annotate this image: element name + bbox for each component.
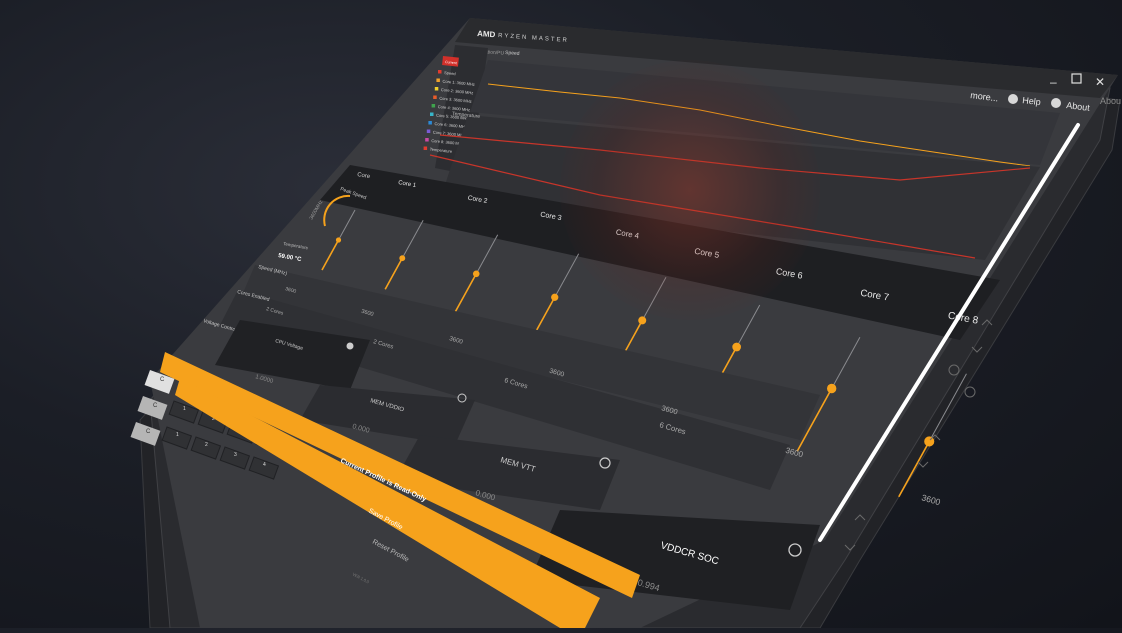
speed-tab[interactable]: Speed bbox=[505, 50, 520, 57]
legend-swatch[interactable] bbox=[423, 146, 428, 151]
ryzen-master-window: AMD RYZEN MASTER Configuration/PU – ✕ Ab… bbox=[130, 18, 1121, 629]
slider-thumb[interactable] bbox=[826, 383, 837, 394]
about-peek: Abou bbox=[1100, 96, 1121, 106]
ryzen-logo-glow bbox=[560, 60, 820, 320]
profile-tab-c-label: C bbox=[146, 429, 151, 435]
profile-tab-label: 4 bbox=[263, 462, 266, 468]
profile-tab-label: 1 bbox=[183, 406, 186, 412]
legend-swatch[interactable] bbox=[428, 121, 432, 125]
legend-swatch[interactable] bbox=[431, 104, 436, 108]
legend-swatch[interactable] bbox=[426, 129, 431, 134]
profile-tab-label: 2 bbox=[205, 442, 208, 448]
toggle-icon-2[interactable] bbox=[964, 386, 976, 398]
profile-tab-label: 3 bbox=[234, 452, 237, 458]
slider-thumb[interactable] bbox=[551, 293, 559, 301]
slider-thumb[interactable] bbox=[472, 270, 480, 278]
about-icon[interactable] bbox=[1051, 98, 1061, 108]
legend-swatch[interactable] bbox=[438, 70, 442, 74]
profile-tab-label: 1 bbox=[176, 432, 179, 438]
close-icon[interactable]: ✕ bbox=[1095, 75, 1105, 89]
minimize-icon[interactable]: – bbox=[1050, 75, 1057, 89]
legend-swatch[interactable] bbox=[436, 78, 440, 83]
slider-thumb[interactable] bbox=[638, 316, 647, 325]
speed-cell[interactable]: 3600 bbox=[920, 492, 941, 507]
profile-tab-c-label: C bbox=[153, 403, 158, 409]
help-icon[interactable] bbox=[1008, 94, 1018, 104]
legend-swatch[interactable] bbox=[433, 95, 437, 100]
legend-swatch[interactable] bbox=[425, 138, 429, 142]
cpu-voltage-toggle[interactable] bbox=[346, 342, 354, 350]
legend-swatch[interactable] bbox=[434, 87, 439, 91]
slider-thumb[interactable] bbox=[399, 255, 406, 262]
legend-swatch[interactable] bbox=[430, 112, 434, 117]
stage: AMD RYZEN MASTER Configuration/PU – ✕ Ab… bbox=[0, 0, 1122, 629]
slider-thumb[interactable] bbox=[732, 342, 742, 352]
slider-thumb[interactable] bbox=[335, 237, 342, 243]
amd-logo: AMD bbox=[477, 29, 496, 39]
profile-tab-c-label: C bbox=[160, 377, 165, 383]
